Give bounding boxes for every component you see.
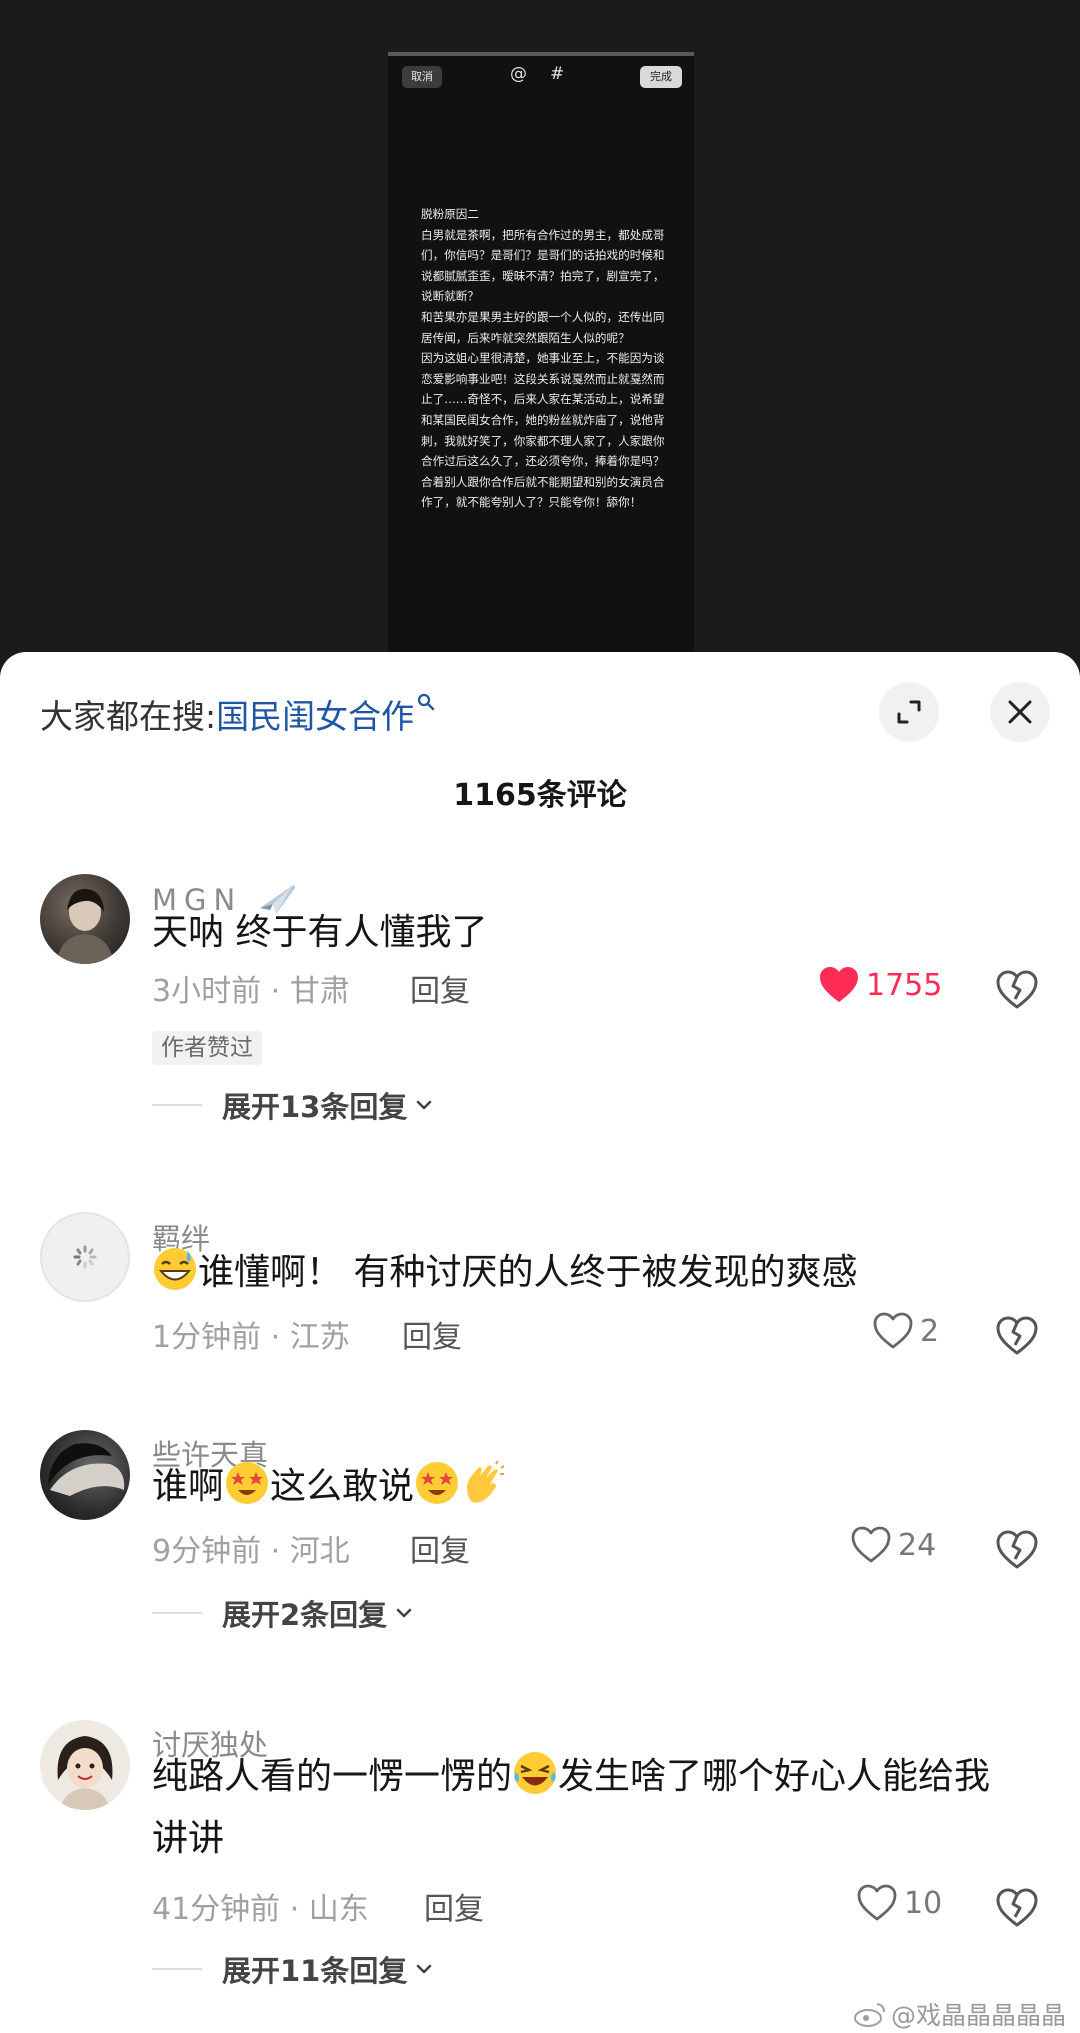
divider	[152, 1968, 202, 1970]
time-location: 1分钟前 · 江苏	[152, 1320, 350, 1355]
star-struck-emoji-icon	[414, 1460, 460, 1506]
like-button[interactable]: 24	[850, 1526, 936, 1564]
comment-text: 谁啊 这么敢说	[152, 1456, 1012, 1518]
time-location: 3小时前 · 甘肃	[152, 974, 350, 1009]
expand-replies-button[interactable]: 展开11条回复	[152, 1948, 435, 1990]
like-count: 24	[898, 1527, 937, 1563]
comment-text-part: 纯路人看的一愣一愣的	[152, 1756, 513, 1797]
expand-icon	[897, 700, 921, 724]
like-button[interactable]: 1755	[818, 966, 942, 1004]
progress-bar	[388, 52, 694, 56]
note-text: 脱粉原因二 白男就是茶啊，把所有合作过的男主，都处成哥们，你信吗？是哥们？是哥们…	[421, 207, 665, 510]
trending-search[interactable]: 大家都在搜:国民闺女合作	[40, 690, 436, 738]
reply-button[interactable]: 回复	[410, 1526, 470, 1570]
avatar[interactable]	[40, 1430, 130, 1520]
clapping-hands-icon	[460, 1460, 506, 1506]
avatar-image	[56, 888, 114, 964]
heart-filled-icon	[820, 967, 858, 1002]
avatar[interactable]	[40, 1212, 130, 1302]
avatar[interactable]	[40, 874, 130, 964]
reply-button[interactable]: 回复	[410, 966, 470, 1010]
close-icon	[1008, 700, 1032, 724]
trending-search-term[interactable]: 国民闺女合作	[216, 697, 414, 736]
video-frame: 取消 @ # 完成 脱粉原因二 白男就是茶啊，把所有合作过的男主，都处成哥们，你…	[388, 52, 694, 668]
comment-text: 天呐 终于有人懂我了	[152, 912, 488, 953]
dislike-icon[interactable]	[994, 1526, 1040, 1572]
divider	[152, 1104, 202, 1106]
search-icon[interactable]	[416, 692, 436, 712]
dislike-icon[interactable]	[994, 1312, 1040, 1358]
done-button: 完成	[640, 66, 682, 88]
avatar[interactable]	[40, 1720, 130, 1810]
like-count: 2	[920, 1313, 940, 1349]
heart-outline-icon	[851, 1526, 891, 1563]
weibo-logo-icon	[853, 2003, 885, 2027]
comment-text: 谁懂啊！ 有种讨厌的人终于被发现的爽感	[152, 1242, 1012, 1304]
video-area[interactable]: 取消 @ # 完成 脱粉原因二 白男就是茶啊，把所有合作过的男主，都处成哥们，你…	[0, 0, 1080, 668]
like-button[interactable]: 2	[872, 1312, 939, 1350]
grin-sweat-emoji-icon	[152, 1246, 198, 1292]
watermark-text: @戏晶晶晶晶晶	[890, 2001, 1066, 2030]
comment-text: 纯路人看的一愣一愣的 发生啥了哪个好心人能给我讲讲	[152, 1746, 1012, 1870]
dislike-icon[interactable]	[994, 1884, 1040, 1930]
comment-count: 1165条评论	[453, 778, 627, 813]
reply-button[interactable]: 回复	[424, 1884, 484, 1928]
close-button[interactable]	[990, 682, 1050, 742]
expand-replies-button[interactable]: 展开13条回复	[152, 1084, 435, 1126]
reply-button[interactable]: 回复	[402, 1312, 462, 1356]
expand-button[interactable]	[879, 682, 939, 742]
laughing-tears-emoji-icon	[512, 1750, 558, 1796]
chevron-down-icon	[396, 1608, 412, 1618]
like-count: 1755	[866, 967, 943, 1003]
comment-text-part: 这么敢说	[270, 1466, 415, 1507]
trending-search-prefix: 大家都在搜:	[40, 697, 217, 736]
comment-text-part: 谁啊	[152, 1466, 225, 1507]
avatar-image	[57, 1736, 113, 1810]
expand-replies-label: 展开13条回复	[222, 1090, 408, 1124]
expand-replies-label: 展开11条回复	[222, 1954, 408, 1988]
like-button[interactable]: 10	[856, 1884, 942, 1922]
heart-outline-icon	[873, 1312, 913, 1349]
divider	[152, 1612, 202, 1614]
loading-icon	[73, 1245, 97, 1269]
star-struck-emoji-icon	[224, 1460, 270, 1506]
time-location: 9分钟前 · 河北	[152, 1534, 350, 1569]
hash-symbol: #	[550, 64, 565, 84]
chevron-down-icon	[417, 1964, 432, 1974]
comment-text-content: 谁懂啊！ 有种讨厌的人终于被发现的爽感	[198, 1252, 858, 1293]
cancel-button: 取消	[402, 66, 442, 88]
watermark: @戏晶晶晶晶晶	[853, 1996, 1066, 2032]
time-location: 41分钟前 · 山东	[152, 1892, 369, 1927]
author-liked-badge: 作者赞过	[152, 1031, 262, 1065]
comment-sheet: 大家都在搜:国民闺女合作 1165条评论 MGN 天呐 终于有人懂我了 3小时前…	[0, 652, 1080, 2033]
avatar-image	[48, 1443, 125, 1496]
expand-replies-label: 展开2条回复	[222, 1598, 388, 1632]
dislike-icon[interactable]	[994, 966, 1040, 1012]
heart-outline-icon	[857, 1884, 897, 1921]
at-symbol: @	[510, 64, 527, 84]
like-count: 10	[904, 1885, 943, 1921]
chevron-down-icon	[417, 1100, 432, 1110]
expand-replies-button[interactable]: 展开2条回复	[152, 1592, 415, 1634]
